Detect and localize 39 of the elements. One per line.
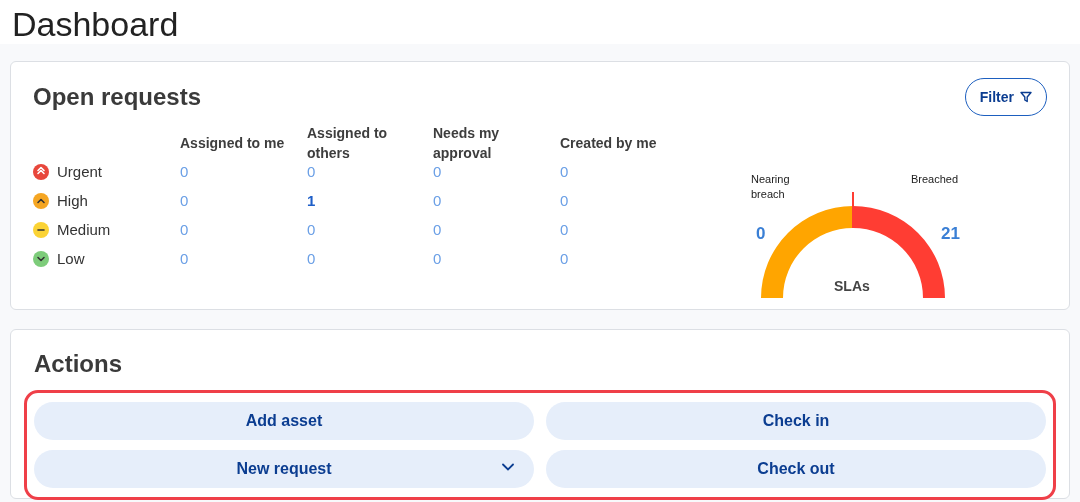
count-link[interactable]: 0 <box>180 221 307 238</box>
action-button[interactable]: Check out <box>546 450 1046 488</box>
gauge-value: 0 <box>756 224 766 244</box>
gauge-label: Nearing breach <box>751 172 791 202</box>
action-button[interactable]: Add asset <box>34 402 534 440</box>
column-header: Created by me <box>560 133 658 153</box>
priority-label: High <box>57 192 88 209</box>
gauge-value: 21 <box>941 224 960 244</box>
column-header: Assigned to others <box>307 123 389 163</box>
gauge-title: SLAs <box>834 278 870 294</box>
count-link[interactable]: 0 <box>307 221 433 238</box>
card-title: Actions <box>34 350 123 378</box>
count-link[interactable]: 0 <box>433 250 560 267</box>
count-link[interactable]: 0 <box>560 250 690 267</box>
count-link[interactable]: 0 <box>560 163 690 180</box>
count-link[interactable]: 0 <box>560 221 690 238</box>
page-title: Dashboard <box>0 0 1080 44</box>
count-link[interactable]: 0 <box>180 163 307 180</box>
filter-icon <box>1020 91 1032 103</box>
action-button[interactable]: Check in <box>546 402 1046 440</box>
action-button[interactable]: New request <box>34 450 534 488</box>
count-link[interactable]: 0 <box>560 192 690 209</box>
card-title: Open requests <box>33 83 202 111</box>
count-link[interactable]: 1 <box>307 192 433 209</box>
priority-label: Urgent <box>57 163 103 180</box>
chevron-down-icon <box>502 463 514 471</box>
count-link[interactable]: 0 <box>307 163 433 180</box>
count-link[interactable]: 0 <box>180 250 307 267</box>
priority-label: Medium <box>57 221 111 238</box>
count-link[interactable]: 0 <box>433 221 560 238</box>
filter-button[interactable]: Filter <box>964 78 1047 116</box>
count-link[interactable]: 0 <box>307 250 433 267</box>
priority-label: Low <box>57 250 85 267</box>
gauge-label: Breached <box>911 172 959 187</box>
column-header: Needs my approval <box>433 123 501 163</box>
count-link[interactable]: 0 <box>433 192 560 209</box>
count-link[interactable]: 0 <box>180 192 307 209</box>
count-link[interactable]: 0 <box>433 163 560 180</box>
column-header: Assigned to me <box>180 133 286 153</box>
